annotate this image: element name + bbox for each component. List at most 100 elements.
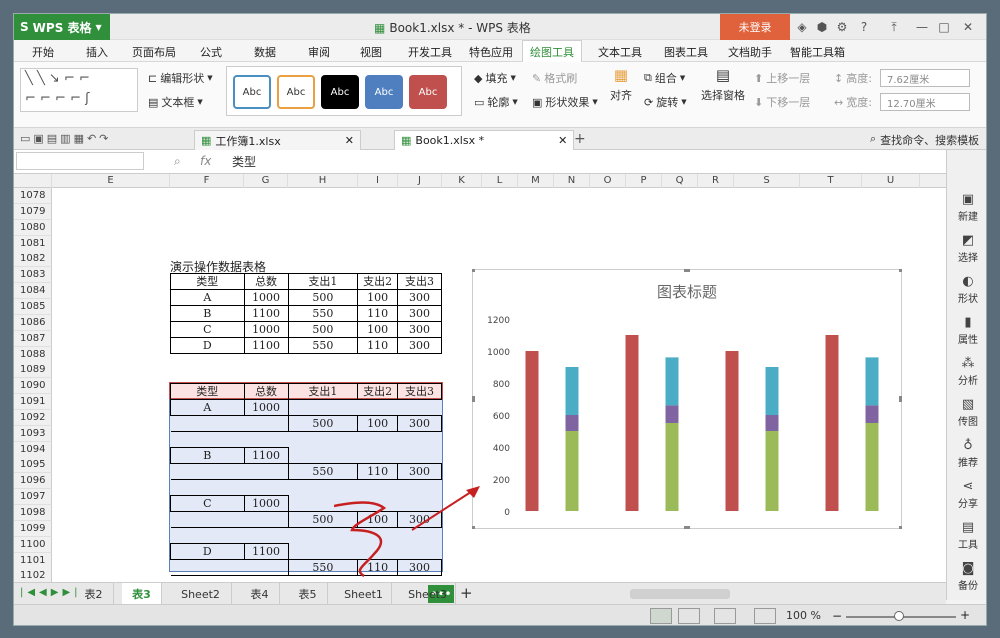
sheet-nav-arrows[interactable]: |◀◀▶▶| (20, 587, 82, 598)
table-cell[interactable]: 300 (397, 415, 442, 432)
table-cell[interactable] (244, 559, 289, 576)
tab-home[interactable]: 开始 (32, 44, 54, 60)
name-box[interactable] (16, 152, 144, 170)
horizontal-scrollbar[interactable] (630, 589, 730, 599)
close-icon[interactable]: ✕ (960, 19, 976, 35)
doc-tab-workbook1[interactable]: ▦ 工作簿1.xlsx ✕ (194, 130, 361, 150)
col-header[interactable]: G (244, 174, 288, 188)
table-cell[interactable] (358, 432, 398, 448)
table-cell[interactable] (170, 463, 245, 480)
bring-forward-button[interactable]: ⬆ 上移一层 (754, 70, 810, 86)
row-header[interactable]: 1083 (14, 267, 52, 284)
table-cell[interactable]: D (170, 543, 245, 560)
tab-developer[interactable]: 开发工具 (408, 44, 452, 60)
table-cell[interactable] (288, 432, 358, 448)
command-search[interactable]: ⌕ 查找命令、搜索模板 (870, 132, 979, 148)
login-button[interactable]: 未登录 (720, 14, 790, 40)
stacked-bar-chart[interactable]: 图表标题 0 200 400 600 800 1000 1200 (472, 269, 902, 529)
table-cell[interactable] (171, 480, 245, 496)
row-header[interactable]: 1080 (14, 219, 52, 236)
col-header[interactable]: Q (662, 174, 698, 188)
table-cell[interactable]: 500 (287, 321, 359, 338)
style-outline-blue[interactable]: Abc (233, 75, 271, 109)
table-cell[interactable] (244, 415, 289, 432)
table-cell[interactable]: 支出1 (287, 273, 359, 290)
table-cell[interactable] (244, 432, 288, 448)
maximize-icon[interactable]: □ (936, 19, 952, 35)
table-cell[interactable]: 100 (357, 415, 399, 432)
sync-icon[interactable]: ⬢ (814, 19, 830, 35)
tab-view[interactable]: 视图 (360, 44, 382, 60)
col-header[interactable]: S (734, 174, 800, 188)
sidebar-item-backup[interactable]: ◙ 备份 (951, 561, 985, 592)
table-cell[interactable]: 支出2 (357, 273, 399, 290)
table-cell[interactable]: 300 (397, 289, 442, 306)
corner-cell[interactable] (14, 174, 52, 188)
tab-formula[interactable]: 公式 (200, 44, 222, 60)
row-header[interactable]: 1082 (14, 251, 52, 268)
table-cell[interactable]: 支出3 (397, 273, 442, 290)
page-layout-view-icon[interactable] (714, 608, 736, 624)
row-header[interactable]: 1091 (14, 394, 52, 411)
col-header[interactable]: P (626, 174, 662, 188)
table-cell[interactable] (398, 432, 442, 448)
row-header[interactable]: 1096 (14, 473, 52, 490)
table-cell[interactable]: 1100 (243, 447, 289, 464)
zoom-icon[interactable]: ⌕ (174, 154, 181, 169)
doc-tab-book1[interactable]: ▦ Book1.xlsx * ✕ (394, 130, 575, 150)
sidebar-item-properties[interactable]: ▮ 属性 (951, 315, 985, 346)
row-header[interactable]: 1100 (14, 536, 52, 553)
table-cell[interactable]: A (170, 289, 245, 306)
sidebar-item-upload-image[interactable]: ▧ 传图 (951, 397, 985, 428)
table-cell[interactable]: 总数 (243, 383, 289, 400)
table-cell[interactable]: 总数 (243, 273, 289, 290)
tab-text-tools[interactable]: 文本工具 (598, 44, 642, 60)
restore-icon[interactable]: ⤒ (886, 19, 902, 35)
row-header[interactable]: 1093 (14, 425, 52, 442)
tab-page-layout[interactable]: 页面布局 (132, 44, 176, 60)
table-cell[interactable]: 类型 (170, 383, 245, 400)
table-cell[interactable]: 支出2 (357, 383, 399, 400)
table-cell[interactable] (398, 400, 442, 416)
table-cell[interactable]: 550 (287, 305, 359, 322)
table-cell[interactable]: 300 (397, 321, 442, 338)
col-header[interactable]: R (698, 174, 734, 188)
add-sheet-icon[interactable]: + (460, 584, 473, 602)
settings-icon[interactable]: ⚙ (834, 19, 850, 35)
close-icon[interactable]: ✕ (345, 134, 354, 147)
table-cell[interactable]: C (170, 321, 245, 338)
tab-drawing-tools[interactable]: 绘图工具 (522, 40, 582, 62)
close-icon[interactable]: ✕ (558, 134, 567, 147)
row-header[interactable]: 1098 (14, 505, 52, 521)
table-cell[interactable]: 1000 (243, 399, 289, 416)
row-header[interactable]: 1087 (14, 330, 52, 347)
table-cell[interactable]: 1000 (243, 495, 289, 512)
reading-mode-icon[interactable] (754, 608, 776, 624)
height-input[interactable]: 7.62厘米 (880, 69, 970, 87)
table-cell[interactable]: 500 (287, 415, 359, 432)
table-cell[interactable]: 1100 (243, 337, 289, 354)
row-header[interactable]: 1099 (14, 520, 52, 537)
table-cell[interactable]: 支出3 (397, 383, 442, 400)
zoom-out-icon[interactable]: − (832, 609, 842, 623)
table-cell[interactable] (358, 400, 398, 416)
formula-input[interactable]: 类型 (228, 153, 940, 171)
table-cell[interactable]: 550 (287, 337, 359, 354)
col-header[interactable]: I (358, 174, 398, 188)
row-header[interactable]: 1094 (14, 441, 52, 458)
col-header[interactable]: J (398, 174, 442, 188)
tab-insert[interactable]: 插入 (86, 44, 108, 60)
select-pane-button[interactable]: ▤ 选择窗格 (700, 66, 746, 103)
text-box-button[interactable]: ▤ 文本框 ▼ (148, 94, 203, 110)
table-cell[interactable]: 100 (357, 289, 399, 306)
table-cell[interactable]: A (170, 399, 245, 416)
sidebar-item-shape[interactable]: ◐ 形状 (951, 274, 985, 305)
table-cell[interactable] (171, 432, 245, 448)
row-header[interactable]: 1097 (14, 489, 52, 506)
sheet-tab[interactable]: 表4 (240, 583, 280, 605)
row-header[interactable]: 1102 (14, 568, 52, 582)
table-cell[interactable] (170, 415, 245, 432)
sidebar-item-new[interactable]: ▣ 新建 (951, 192, 985, 223)
tab-special[interactable]: 特色应用 (469, 44, 513, 60)
table-cell[interactable]: 1100 (243, 305, 289, 322)
